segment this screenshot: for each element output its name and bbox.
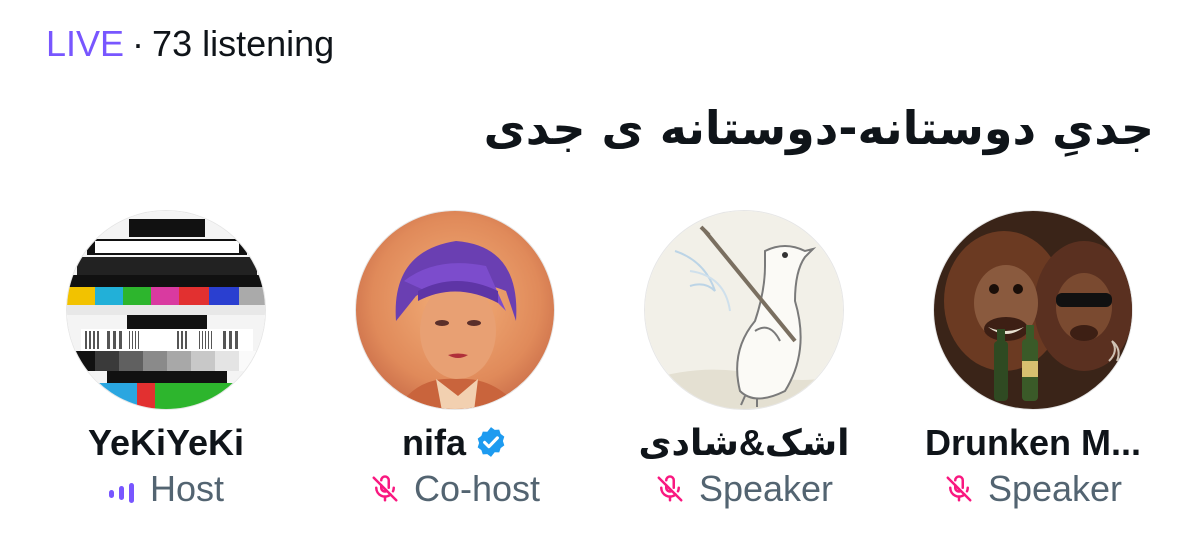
participant-role: Co-host — [315, 466, 595, 515]
avatar[interactable] — [355, 210, 555, 410]
speaking-bars-icon — [108, 469, 136, 515]
participants-grid: YeKiYeKi Host nifa Co-host اشک&شادی Spea… — [0, 208, 1200, 528]
live-label: LIVE — [46, 23, 125, 64]
listener-count[interactable]: 73 listening — [152, 23, 334, 64]
separator-dot: · — [132, 23, 145, 64]
avatar[interactable] — [66, 210, 266, 410]
participant-role: Host — [26, 466, 306, 515]
participant-name: nifa — [315, 420, 595, 470]
participant-card[interactable]: nifa Co-host — [315, 208, 595, 528]
avatar[interactable] — [933, 210, 1133, 410]
participant-name: اشک&شادی — [638, 422, 850, 463]
mic-muted-icon — [655, 469, 685, 515]
participant-name: Drunken M... — [924, 422, 1142, 463]
verified-badge-icon — [474, 424, 508, 470]
participant-role: Speaker — [893, 466, 1173, 515]
avatar[interactable] — [644, 210, 844, 410]
space-title: جدیِ دوستانه-دوستانه ی جدی — [483, 101, 1154, 155]
participant-role: Speaker — [604, 466, 884, 515]
mic-muted-icon — [370, 469, 400, 515]
participant-name: YeKiYeKi — [87, 422, 245, 463]
mic-muted-icon — [944, 469, 974, 515]
participant-card[interactable]: Drunken M... Speaker — [893, 208, 1173, 528]
participant-card[interactable]: اشک&شادی Speaker — [604, 208, 884, 528]
space-status: LIVE · 73 listening — [46, 22, 334, 66]
participant-card[interactable]: YeKiYeKi Host — [26, 208, 306, 528]
